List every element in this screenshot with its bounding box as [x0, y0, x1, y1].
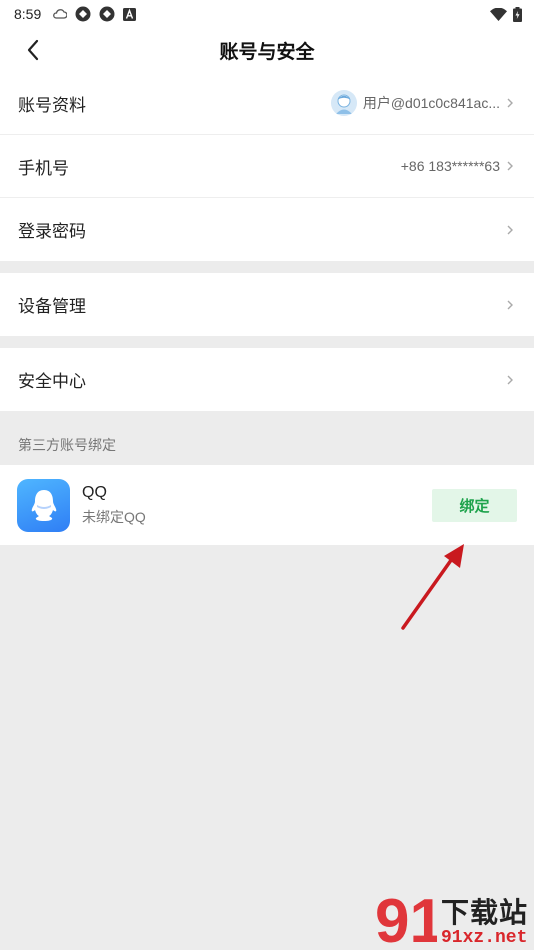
watermark-name: 下载站 — [440, 897, 528, 928]
row-right — [506, 374, 514, 386]
app-icon — [99, 6, 115, 22]
row-right — [506, 224, 514, 236]
chevron-right-icon — [506, 224, 514, 236]
bind-button[interactable]: 绑定 — [432, 488, 517, 522]
row-value: 用户@d01c0c841ac... — [362, 95, 500, 111]
device-group: 设备管理 — [0, 273, 534, 336]
bind-account-status: 未绑定QQ — [82, 508, 146, 525]
account-profile-row[interactable]: 账号资料 用户@d01c0c841ac... — [0, 72, 534, 135]
wifi-icon — [490, 7, 507, 21]
watermark: 91 下载站 91xz.net — [375, 888, 528, 948]
qq-logo — [17, 478, 70, 532]
watermark-logo: 91 — [375, 888, 437, 948]
status-left-icons — [53, 6, 137, 22]
security-center-row[interactable]: 安全中心 — [0, 348, 534, 411]
status-bar: 8:59 — [0, 0, 534, 28]
row-label: 手机号 — [18, 158, 69, 178]
row-right: 用户@d01c0c841ac... — [330, 90, 514, 116]
row-right — [506, 299, 514, 311]
section-title: 第三方账号绑定 — [18, 437, 116, 453]
a-icon — [123, 7, 137, 21]
back-button[interactable] — [20, 36, 48, 64]
avatar-icon — [330, 90, 357, 116]
app-icon — [75, 6, 91, 22]
account-group: 账号资料 用户@d01c0c841ac... 手机号 +86 183******… — [0, 72, 534, 261]
bind-account-name: QQ — [82, 483, 107, 501]
status-time: 8:59 — [14, 6, 42, 22]
row-right: +86 183******63 — [401, 158, 514, 174]
qq-bind-row: QQ 未绑定QQ 绑定 — [0, 465, 534, 545]
chevron-right-icon — [506, 299, 514, 311]
watermark-number: 91 — [375, 888, 437, 948]
phone-row[interactable]: 手机号 +86 183******63 — [0, 135, 534, 198]
device-management-row[interactable]: 设备管理 — [0, 273, 534, 336]
cloud-icon — [53, 9, 68, 19]
avatar — [330, 90, 357, 116]
chevron-right-icon — [506, 374, 514, 386]
row-label: 账号资料 — [18, 95, 86, 115]
security-group: 安全中心 — [0, 348, 534, 411]
row-label: 安全中心 — [18, 372, 86, 391]
chevron-right-icon — [506, 97, 514, 109]
status-right-icons — [490, 6, 522, 22]
password-row[interactable]: 登录密码 — [0, 198, 534, 261]
row-label: 设备管理 — [18, 297, 86, 316]
watermark-url: 91xz.net — [440, 928, 528, 948]
chevron-left-icon — [27, 39, 39, 61]
chevron-right-icon — [506, 160, 514, 172]
watermark-text: 下载站 91xz.net — [440, 897, 528, 949]
annotation-arrow-icon — [401, 544, 464, 630]
battery-icon — [513, 6, 522, 22]
page-title: 账号与安全 — [219, 41, 315, 63]
row-label: 登录密码 — [18, 222, 86, 241]
header: 账号与安全 — [0, 28, 534, 72]
qq-penguin-icon — [31, 490, 56, 521]
row-value: +86 183******63 — [400, 158, 500, 174]
bind-texts: QQ 未绑定QQ — [82, 484, 146, 527]
